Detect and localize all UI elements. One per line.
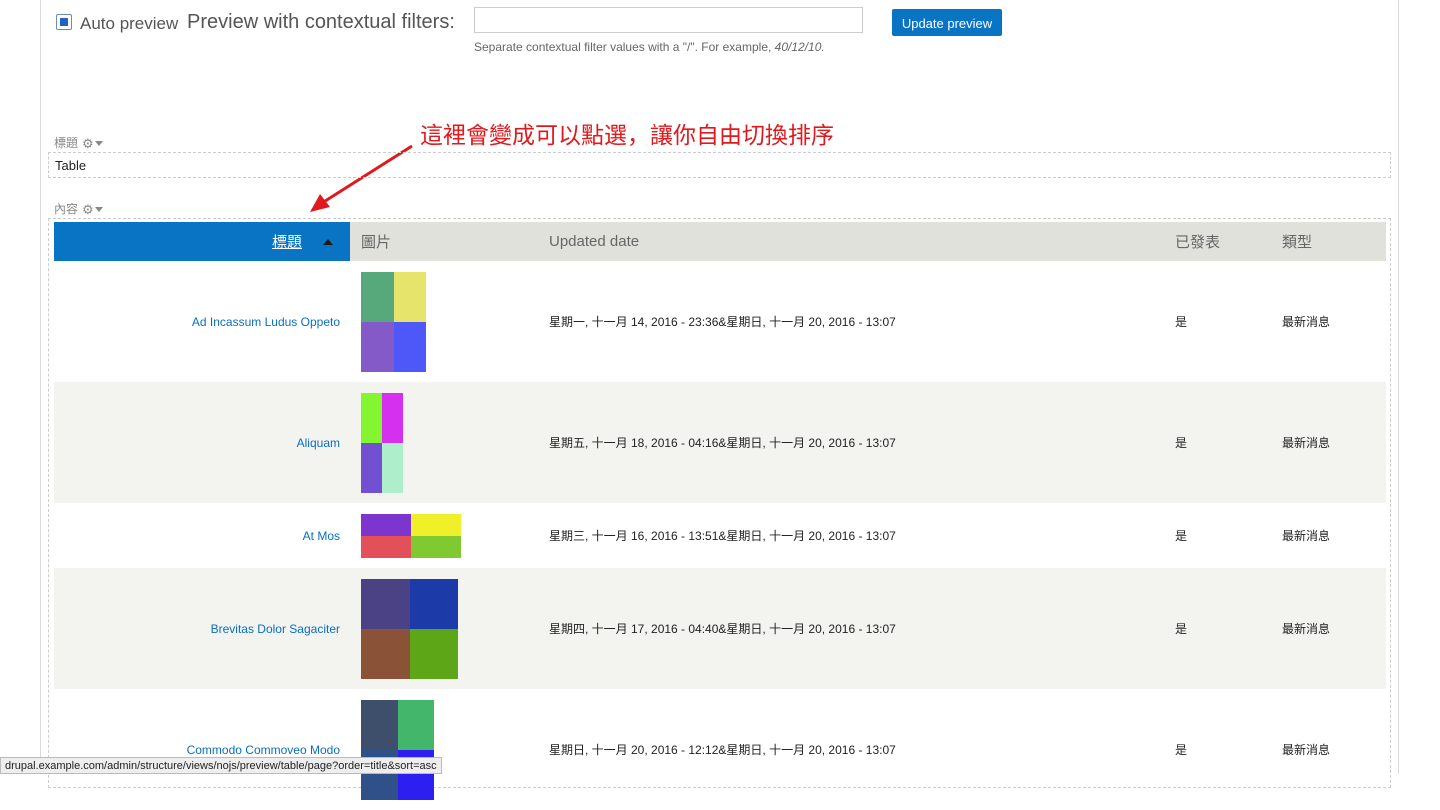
date-cell: 星期三, 十一月 16, 2016 - 13:51&星期日, 十一月 20, 2… <box>549 529 896 543</box>
thumb-tile <box>393 271 426 322</box>
thumbnail-image[interactable] <box>361 578 458 679</box>
auto-preview-label[interactable]: Auto preview <box>80 14 178 34</box>
node-title-link[interactable]: Ad Incassum Ludus Oppeto <box>192 315 340 329</box>
thumb-tile <box>411 535 461 558</box>
type-cell: 最新消息 <box>1282 529 1331 543</box>
update-preview-button[interactable]: Update preview <box>892 9 1002 36</box>
header-title: Table <box>55 158 87 173</box>
table-row: At Mos 星期三, 十一月 16, 2016 - 13:51&星期日, 十一… <box>54 503 1386 568</box>
thumb-tile <box>409 578 458 629</box>
table-row: Ad Incassum Ludus Oppeto 星期一, 十一月 14, 20… <box>54 261 1386 382</box>
node-title-link[interactable]: Brevitas Dolor Sagaciter <box>211 622 340 636</box>
published-cell: 是 <box>1175 743 1188 757</box>
thumb-tile <box>397 699 434 750</box>
column-header-updated-date: Updated date <box>538 222 1164 261</box>
header-area: Table <box>48 152 1391 178</box>
thumb-tile <box>382 442 403 493</box>
auto-preview-checkbox[interactable] <box>56 14 72 30</box>
header-section-text: 標題 <box>54 136 79 150</box>
title-cell: Aliquam <box>54 382 350 503</box>
annotation-text: 這裡會變成可以點選，讓你自由切換排序 <box>420 123 834 149</box>
column-header-type: 類型 <box>1271 222 1386 261</box>
type-cell: 最新消息 <box>1282 743 1331 757</box>
image-cell <box>350 261 538 382</box>
column-header-image: 圖片 <box>350 222 538 261</box>
thumbnail-image[interactable] <box>361 513 461 558</box>
content-section-text: 內容 <box>54 202 79 216</box>
gear-icon[interactable]: ⚙ <box>82 202 94 218</box>
thumb-tile <box>393 321 426 372</box>
image-cell <box>350 689 538 810</box>
thumb-tile <box>361 535 411 558</box>
thumb-tile <box>361 271 394 322</box>
thumb-tile <box>361 392 382 443</box>
type-cell: 最新消息 <box>1271 568 1386 689</box>
thumbnail-image[interactable] <box>361 699 434 800</box>
frame-border-left <box>40 0 41 774</box>
contextual-filters-input[interactable] <box>474 7 863 33</box>
preview-controls: Auto preview Preview with contextual fil… <box>54 6 1394 66</box>
thumbnail-image[interactable] <box>361 271 426 372</box>
published-cell: 是 <box>1175 529 1188 543</box>
table-row: Commodo Commoveo Modo 星期日, 十一月 20, 2016 … <box>54 689 1386 810</box>
browser-status-bar: drupal.example.com/admin/structure/views… <box>0 757 442 774</box>
sort-ascending-icon <box>323 239 333 245</box>
column-header-title-label[interactable]: 標題 <box>272 234 302 251</box>
thumb-tile <box>361 321 394 372</box>
thumb-tile <box>361 578 410 629</box>
thumb-tile <box>411 513 461 536</box>
table-header-row: 標題 圖片 Updated date 已發表 類型 <box>54 222 1386 261</box>
thumb-tile <box>361 442 382 493</box>
table-row: Aliquam 星期五, 十一月 18, 2016 - 04:16&星期日, 十… <box>54 382 1386 503</box>
gear-icon[interactable]: ⚙ <box>82 136 94 152</box>
node-title-link[interactable]: Commodo Commoveo Modo <box>187 743 340 757</box>
views-table: 標題 圖片 Updated date 已發表 類型 Ad Incassum Lu… <box>54 222 1386 810</box>
thumb-tile <box>409 628 458 679</box>
type-cell: 最新消息 <box>1282 315 1331 329</box>
node-title-link[interactable]: At Mos <box>303 529 340 543</box>
thumb-tile <box>361 699 398 750</box>
frame-border-right <box>1398 0 1399 774</box>
table-row: Brevitas Dolor Sagaciter 星期四, 十一月 17, 20… <box>54 568 1386 689</box>
date-cell: 星期五, 十一月 18, 2016 - 04:16&星期日, 十一月 20, 2… <box>538 382 1164 503</box>
thumb-tile <box>361 513 411 536</box>
help-example: 40/12/10. <box>774 40 825 54</box>
content-section-label: 內容 ⚙ <box>54 200 103 218</box>
published-cell: 是 <box>1164 382 1271 503</box>
title-cell: Brevitas Dolor Sagaciter <box>54 568 350 689</box>
image-cell <box>350 382 538 503</box>
header-section-label: 標題 ⚙ <box>54 134 103 152</box>
title-cell: At Mos <box>54 503 350 568</box>
type-cell: 最新消息 <box>1271 382 1386 503</box>
image-cell <box>350 503 538 568</box>
thumb-tile <box>361 628 410 679</box>
published-cell: 是 <box>1175 315 1188 329</box>
contextual-filters-help: Separate contextual filter values with a… <box>474 40 825 54</box>
help-text: Separate contextual filter values with a… <box>474 40 775 54</box>
title-cell: Ad Incassum Ludus Oppeto <box>54 261 350 382</box>
date-cell: 星期一, 十一月 14, 2016 - 23:36&星期日, 十一月 20, 2… <box>549 315 896 329</box>
image-cell <box>350 568 538 689</box>
chevron-down-icon[interactable] <box>94 207 103 212</box>
chevron-down-icon[interactable] <box>94 141 103 146</box>
column-header-title[interactable]: 標題 <box>54 222 350 261</box>
node-title-link[interactable]: Aliquam <box>297 436 340 450</box>
column-header-published: 已發表 <box>1164 222 1271 261</box>
date-cell: 星期日, 十一月 20, 2016 - 12:12&星期日, 十一月 20, 2… <box>549 743 896 757</box>
title-cell: Commodo Commoveo Modo <box>54 689 350 810</box>
date-cell: 星期四, 十一月 17, 2016 - 04:40&星期日, 十一月 20, 2… <box>538 568 1164 689</box>
thumb-tile <box>382 392 403 443</box>
contextual-filters-label: Preview with contextual filters: <box>187 11 455 33</box>
published-cell: 是 <box>1164 568 1271 689</box>
thumbnail-image[interactable] <box>361 392 403 493</box>
